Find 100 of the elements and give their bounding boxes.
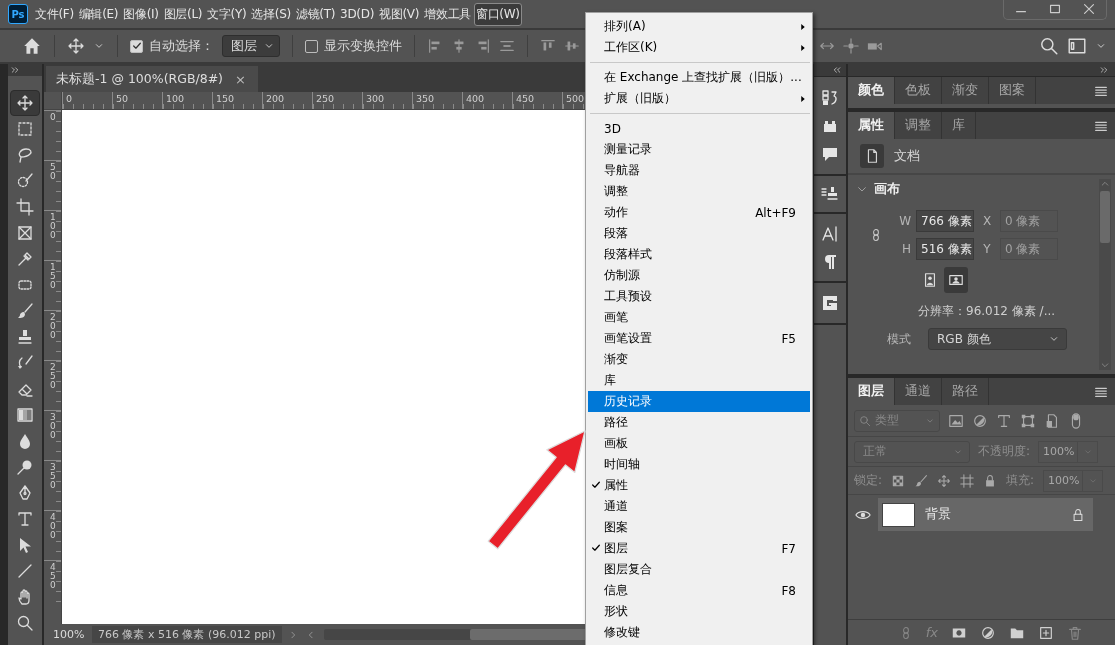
menu-item[interactable]: 工作区(K) <box>588 37 810 58</box>
menu-title[interactable]: 增效工具 <box>422 2 473 26</box>
panel-tab[interactable]: 渐变 <box>942 77 989 104</box>
trash-icon[interactable] <box>1067 624 1083 641</box>
glyph-icon[interactable] <box>821 294 839 312</box>
panel-tab[interactable]: 调整 <box>895 112 942 139</box>
home-icon[interactable] <box>22 36 42 56</box>
menu-item[interactable]: 在 Exchange 上查找扩展（旧版）... <box>588 67 810 88</box>
menu-title[interactable]: 文字(Y) <box>205 2 249 26</box>
menu-item[interactable]: 图案 <box>588 517 810 538</box>
menu-item[interactable]: 时间轴 <box>588 454 810 475</box>
move-icon[interactable] <box>937 473 952 488</box>
menu-item[interactable]: 渐变 <box>588 349 810 370</box>
target-label: 文档 <box>894 147 920 165</box>
orbit-icon[interactable] <box>843 38 859 54</box>
move-icon[interactable] <box>67 37 85 55</box>
menu-title[interactable]: 窗口(W) <box>473 2 522 26</box>
menu-item[interactable]: 排列(A) <box>588 16 810 37</box>
search-icon[interactable] <box>1039 36 1059 56</box>
menu-item[interactable]: 形状 <box>588 601 810 622</box>
orientation-button[interactable] <box>944 267 968 293</box>
clone-source-icon[interactable] <box>821 185 839 203</box>
menu-item[interactable]: 扩展（旧版） <box>588 88 810 109</box>
height-field[interactable]: 516 像素 <box>916 238 974 260</box>
panel-tab[interactable]: 库 <box>942 112 976 139</box>
menu-item[interactable]: 测量记录 <box>588 139 810 160</box>
shape-icon[interactable] <box>1020 412 1036 429</box>
field-label: W <box>898 214 912 228</box>
menu-item[interactable]: 段落 <box>588 223 810 244</box>
menu-title[interactable]: 3D(D) <box>338 4 377 24</box>
panel-tab[interactable]: 图案 <box>989 77 1036 104</box>
checkbox[interactable] <box>130 39 143 53</box>
menu-title[interactable]: 视图(V) <box>377 2 422 26</box>
document-button[interactable] <box>860 144 884 168</box>
panel-tab[interactable]: 颜色 <box>848 77 895 104</box>
eyedropper-icon <box>16 250 34 268</box>
close-icon[interactable] <box>1081 1 1097 17</box>
menu-item[interactable]: 图层复合 <box>588 559 810 580</box>
checkerboard-icon[interactable] <box>891 473 906 488</box>
menu-title[interactable]: 选择(S) <box>249 2 293 26</box>
menu-item[interactable]: 调整 <box>588 181 810 202</box>
close-button[interactable]: × <box>235 71 246 87</box>
menu-title[interactable]: 图像(I) <box>121 2 161 26</box>
zoom-level: 100% <box>52 628 86 641</box>
checkbox[interactable] <box>305 39 318 53</box>
scrollbar-thumb[interactable] <box>469 629 585 640</box>
menu-title[interactable]: 编辑(E) <box>76 2 121 26</box>
ruler-label: 200 <box>266 93 285 104</box>
panel-tab[interactable]: 路径 <box>942 378 989 405</box>
menu-item[interactable]: 路径 <box>588 412 810 433</box>
document-tab[interactable]: 未标题-1 @ 100%(RGB/8#) × <box>46 66 258 92</box>
line-icon <box>16 562 34 580</box>
checkbox-label: 显示变换控件 <box>324 37 402 55</box>
menu-title[interactable]: 文件(F) <box>33 2 76 26</box>
type-icon[interactable] <box>996 412 1012 429</box>
menu-item[interactable]: 动作 Alt+F9 <box>588 202 810 223</box>
expand-icon[interactable] <box>10 65 20 75</box>
menu-item[interactable]: 通道 <box>588 496 810 517</box>
menu-item[interactable]: 3D <box>588 118 810 139</box>
resolution-text: 分辨率：96.012 像素 /... <box>917 303 1057 320</box>
search-icon <box>859 414 871 427</box>
menu-item[interactable]: 修改键 <box>588 622 810 643</box>
menu-title[interactable]: 图层(L) <box>161 2 205 26</box>
scrollbar-thumb[interactable] <box>1100 191 1110 243</box>
distribute-icon[interactable] <box>499 38 515 54</box>
ruler-label: 450 <box>516 93 535 104</box>
width-field[interactable]: 766 像素 <box>916 210 974 232</box>
expand-icon[interactable] <box>1099 65 1109 75</box>
half-circle-icon[interactable] <box>972 412 988 429</box>
menu-item[interactable]: 画板 <box>588 433 810 454</box>
tool-button[interactable] <box>10 90 40 116</box>
menu-item[interactable]: 历史记录 <box>588 391 810 412</box>
menu-item[interactable]: 段落样式 <box>588 244 810 265</box>
menu-item[interactable]: 信息 F8 <box>588 580 810 601</box>
menu-item[interactable]: 图层 F7 <box>588 538 810 559</box>
menu-item[interactable]: 库 <box>588 370 810 391</box>
menu-item[interactable]: 画笔 <box>588 307 810 328</box>
new-layer-icon[interactable] <box>1038 624 1054 641</box>
collapse-icon[interactable] <box>832 65 842 75</box>
mode-dropdown[interactable]: RGB 颜色 <box>928 328 1067 350</box>
layer-dropdown[interactable]: 图层 <box>222 35 280 57</box>
menu-title[interactable]: 滤镜(T) <box>293 2 338 26</box>
panel-tab[interactable]: 通道 <box>895 378 942 405</box>
menu-item[interactable]: 工具预设 <box>588 286 810 307</box>
menu-item[interactable]: 导航器 <box>588 160 810 181</box>
half-circle-icon[interactable] <box>980 624 996 641</box>
brush-icon[interactable] <box>914 473 929 488</box>
menu-item[interactable]: 属性 <box>588 475 810 496</box>
history-icon[interactable] <box>821 88 839 107</box>
panel-tab[interactable]: 色板 <box>895 77 942 104</box>
panel-tab[interactable]: 图层 <box>848 378 895 405</box>
menu-item[interactable]: 画笔设置 F5 <box>588 328 810 349</box>
artboard-icon[interactable] <box>960 473 975 488</box>
panel-tab[interactable]: 属性 <box>848 112 895 139</box>
character-icon[interactable] <box>821 224 839 243</box>
menu-item[interactable]: 仿制源 <box>588 265 810 286</box>
layer-row[interactable]: 背景 <box>878 498 1093 531</box>
image-icon[interactable] <box>948 412 964 429</box>
document-icon[interactable] <box>1044 412 1060 429</box>
workspace-icon[interactable] <box>1067 36 1087 56</box>
